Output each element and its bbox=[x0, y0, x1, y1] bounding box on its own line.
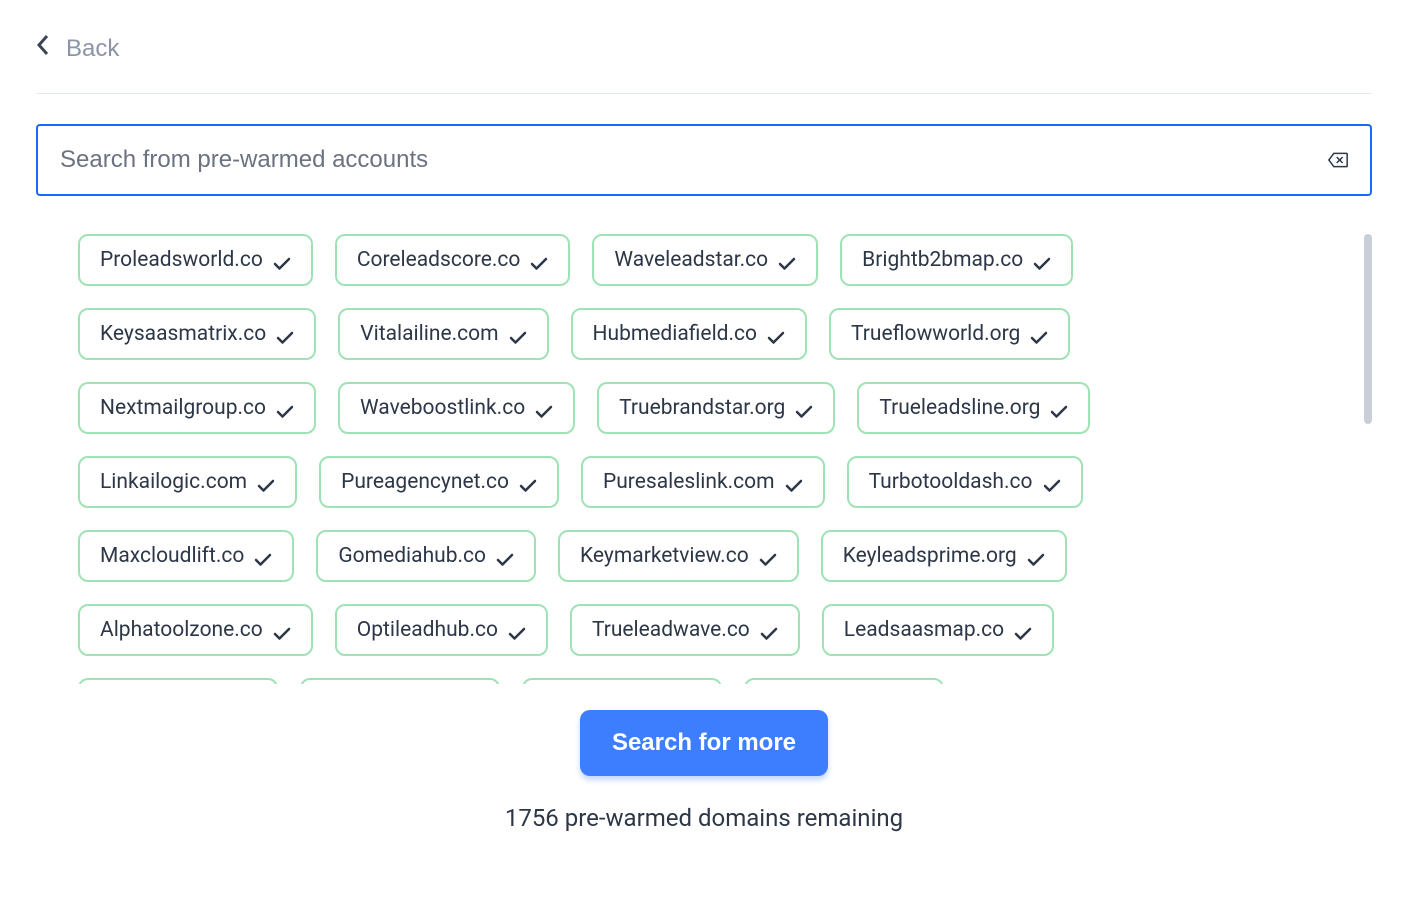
domain-chip[interactable]: Trueflowworld.org bbox=[829, 308, 1070, 360]
back-button[interactable]: Back bbox=[36, 20, 119, 93]
check-icon bbox=[508, 623, 526, 637]
check-icon bbox=[257, 475, 275, 489]
domain-chip[interactable]: Keymarketview.co bbox=[558, 530, 799, 582]
check-icon bbox=[496, 549, 514, 563]
domain-list: Proleadsworld.co Coreleadscore.co Wavelead… bbox=[36, 234, 1354, 684]
domain-chip-label: Hubmediafield.co bbox=[593, 322, 758, 346]
check-icon bbox=[767, 327, 785, 341]
domain-chip[interactable]: Truebrandstar.org bbox=[597, 382, 835, 434]
domain-chip[interactable] bbox=[522, 678, 722, 684]
domain-chip[interactable]: Pureagencynet.co bbox=[319, 456, 559, 508]
check-icon bbox=[530, 253, 548, 267]
domain-chip-label: Linkailogic.com bbox=[100, 470, 247, 494]
check-icon bbox=[1030, 327, 1048, 341]
search-wrapper bbox=[36, 124, 1372, 196]
domain-chip[interactable]: Keysaasmatrix.co bbox=[78, 308, 316, 360]
check-icon bbox=[519, 475, 537, 489]
domain-chip-label: Puresaleslink.com bbox=[603, 470, 775, 494]
domain-chip-label: Keyleadsprime.org bbox=[843, 544, 1017, 568]
domain-chip-label: Trueleadwave.co bbox=[592, 618, 750, 642]
domain-chip-label: Maxcloudlift.co bbox=[100, 544, 244, 568]
domain-chip[interactable]: Brightb2bmap.co bbox=[840, 234, 1073, 286]
domain-chip-label: Waveleadstar.co bbox=[614, 248, 768, 272]
check-icon bbox=[759, 549, 777, 563]
domain-chip[interactable]: Maxcloudlift.co bbox=[78, 530, 294, 582]
check-icon bbox=[273, 253, 291, 267]
domain-chip-label: Keysaasmatrix.co bbox=[100, 322, 266, 346]
domain-chip[interactable]: Hubmediafield.co bbox=[571, 308, 808, 360]
check-icon bbox=[778, 253, 796, 267]
check-icon bbox=[254, 549, 272, 563]
check-icon bbox=[509, 327, 527, 341]
domain-chip[interactable]: Leadsaasmap.co bbox=[822, 604, 1054, 656]
domain-chip[interactable]: Coreleadscore.co bbox=[335, 234, 571, 286]
clear-backspace-icon[interactable] bbox=[1328, 151, 1348, 169]
back-label: Back bbox=[66, 35, 119, 63]
check-icon bbox=[795, 401, 813, 415]
domain-chip-label: Proleadsworld.co bbox=[100, 248, 263, 272]
check-icon bbox=[1027, 549, 1045, 563]
domain-chip-label: Trueleadsline.org bbox=[879, 396, 1040, 420]
domain-chip[interactable]: Turbotooldash.co bbox=[847, 456, 1083, 508]
scrollbar[interactable] bbox=[1364, 234, 1372, 684]
search-more-button[interactable]: Search for more bbox=[580, 710, 828, 776]
domain-chip-label: Brightb2bmap.co bbox=[862, 248, 1023, 272]
domain-chip-label: Waveboostlink.co bbox=[360, 396, 525, 420]
check-icon bbox=[1043, 475, 1061, 489]
domain-chip[interactable]: Waveboostlink.co bbox=[338, 382, 575, 434]
check-icon bbox=[760, 623, 778, 637]
domain-chip-label: Keymarketview.co bbox=[580, 544, 749, 568]
check-icon bbox=[276, 327, 294, 341]
domain-chip[interactable]: Puresaleslink.com bbox=[581, 456, 825, 508]
check-icon bbox=[1033, 253, 1051, 267]
domain-chip-label: Trueflowworld.org bbox=[851, 322, 1020, 346]
remaining-count: 1756 pre-warmed domains remaining bbox=[36, 804, 1372, 832]
domain-chip[interactable] bbox=[300, 678, 500, 684]
search-input[interactable] bbox=[60, 146, 1328, 174]
domain-chip[interactable]: Optileadhub.co bbox=[335, 604, 548, 656]
domain-chip-label: Turbotooldash.co bbox=[869, 470, 1033, 494]
domain-chip[interactable]: Trueleadsline.org bbox=[857, 382, 1090, 434]
domain-chip[interactable]: Gomediahub.co bbox=[316, 530, 536, 582]
domain-chip-label: Coreleadscore.co bbox=[357, 248, 521, 272]
check-icon bbox=[1014, 623, 1032, 637]
domain-chip-label: Gomediahub.co bbox=[338, 544, 486, 568]
domain-chip[interactable]: Waveleadstar.co bbox=[592, 234, 818, 286]
domain-chip[interactable]: Trueleadwave.co bbox=[570, 604, 800, 656]
check-icon bbox=[276, 401, 294, 415]
check-icon bbox=[273, 623, 291, 637]
domain-chip[interactable] bbox=[78, 678, 278, 684]
domain-chip[interactable]: Proleadsworld.co bbox=[78, 234, 313, 286]
domain-chip[interactable]: Alphatoolzone.co bbox=[78, 604, 313, 656]
check-icon bbox=[1050, 401, 1068, 415]
check-icon bbox=[785, 475, 803, 489]
domain-chip-label: Nextmailgroup.co bbox=[100, 396, 266, 420]
domain-chip-label: Optileadhub.co bbox=[357, 618, 498, 642]
check-icon bbox=[535, 401, 553, 415]
domain-chip[interactable] bbox=[744, 678, 944, 684]
domain-chip-label: Leadsaasmap.co bbox=[844, 618, 1004, 642]
chevron-left-icon bbox=[36, 34, 50, 63]
domain-chip[interactable]: Linkailogic.com bbox=[78, 456, 297, 508]
domain-chip[interactable]: Nextmailgroup.co bbox=[78, 382, 316, 434]
domain-chip-label: Alphatoolzone.co bbox=[100, 618, 263, 642]
scrollbar-thumb[interactable] bbox=[1364, 234, 1372, 424]
domain-chip-label: Vitalailine.com bbox=[360, 322, 498, 346]
domain-chip-label: Truebrandstar.org bbox=[619, 396, 785, 420]
domain-chip[interactable]: Keyleadsprime.org bbox=[821, 530, 1067, 582]
domain-chip-label: Pureagencynet.co bbox=[341, 470, 509, 494]
domain-chip[interactable]: Vitalailine.com bbox=[338, 308, 548, 360]
divider bbox=[36, 93, 1372, 94]
